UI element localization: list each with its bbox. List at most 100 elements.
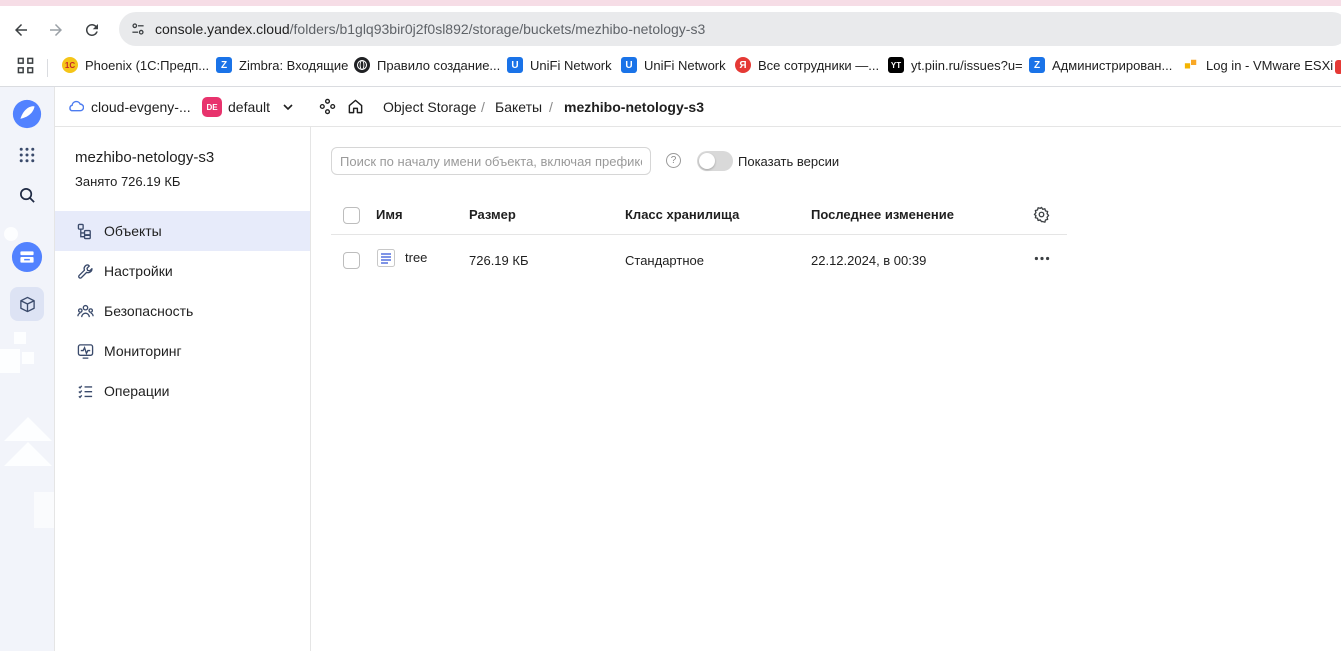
bookmark-label: Администрирован... <box>1052 57 1173 73</box>
column-header-storage-class[interactable]: Класс хранилища <box>625 207 739 222</box>
cloud-icon <box>67 99 85 118</box>
breadcrumb-service[interactable]: Object Storage <box>383 99 476 115</box>
more-actions-icon[interactable] <box>1031 252 1053 264</box>
table-header: Имя Размер Класс хранилища Последнее изм… <box>331 195 1067 235</box>
yandex-cloud-logo-icon[interactable] <box>10 97 44 131</box>
bookmark-label: Log in - VMware ESXi <box>1206 57 1334 73</box>
bookmark-overflow-icon[interactable] <box>1335 60 1341 74</box>
breadcrumb-current: mezhibo-netology-s3 <box>564 99 705 115</box>
object-size: 726.19 КБ <box>469 253 529 268</box>
bucket-name: mezhibo-netology-s3 <box>75 149 215 166</box>
bookmarks-bar: 1С Phoenix (1С:Предп... Z Zimbra: Входящ… <box>0 54 1341 80</box>
bookmark-label: UniFi Network <box>644 57 726 73</box>
object-search-input[interactable] <box>331 147 651 175</box>
decor-shape <box>34 492 54 528</box>
all-services-grid-icon[interactable] <box>10 138 44 172</box>
storage-service-icon[interactable] <box>10 240 44 274</box>
object-name-link[interactable]: tree <box>405 250 427 265</box>
reload-icon[interactable] <box>80 18 104 42</box>
help-icon[interactable]: ? <box>666 153 681 168</box>
zimbra-icon: Z <box>1029 57 1045 73</box>
unifi-icon: U <box>507 57 523 73</box>
column-header-modified[interactable]: Последнее изменение <box>811 207 954 222</box>
monitor-icon <box>76 342 94 360</box>
object-storage-cube-icon[interactable] <box>10 287 44 321</box>
vmware-icon <box>1183 57 1199 73</box>
decor-shape <box>0 349 20 373</box>
nav-item-settings[interactable]: Настройки <box>55 251 310 291</box>
global-nav-rail <box>0 87 55 651</box>
apps-grid-icon[interactable] <box>17 57 34 74</box>
objects-icon <box>76 222 94 240</box>
chevron-down-icon[interactable] <box>281 100 295 119</box>
column-header-name[interactable]: Имя <box>376 207 403 222</box>
nav-item-security[interactable]: Безопасность <box>55 291 310 331</box>
bookmark-youtrack[interactable]: YT yt.piin.ru/issues?u= <box>888 57 1023 73</box>
folder-badge: DE <box>202 97 222 117</box>
table-row[interactable]: tree 726.19 КБ Стандартное 22.12.2024, в… <box>331 236 1067 284</box>
bucket-side-panel: mezhibo-netology-s3 Занято 726.19 КБ Объ… <box>55 127 311 651</box>
home-icon[interactable] <box>347 98 364 120</box>
toggle-knob <box>699 153 715 169</box>
forward-arrow-icon[interactable] <box>44 18 68 42</box>
breadcrumb-separator: / <box>481 99 485 115</box>
youtrack-icon: YT <box>888 57 904 73</box>
breadcrumb-folder[interactable]: default <box>228 99 270 115</box>
row-checkbox[interactable] <box>343 252 360 269</box>
site-info-icon[interactable] <box>127 18 149 40</box>
address-bar[interactable]: console.yandex.cloud/folders/b1glq93bir0… <box>119 12 1341 46</box>
bookmark-label: Правило создание... <box>377 57 501 73</box>
bookmark-label: Все сотрудники —... <box>758 57 880 73</box>
browser-chrome: console.yandex.cloud/folders/b1glq93bir0… <box>0 6 1341 86</box>
bookmark-all-employees[interactable]: Я Все сотрудники —... <box>735 57 879 73</box>
1c-icon: 1С <box>62 57 78 73</box>
bookmarks-divider <box>47 59 48 77</box>
show-versions-label: Показать версии <box>738 154 840 169</box>
breadcrumb-cloud[interactable]: cloud-evgeny-... <box>91 99 191 115</box>
bookmark-label: Phoenix (1С:Предп... <box>85 57 210 73</box>
bookmark-zimbra[interactable]: Z Zimbra: Входящие <box>216 57 348 73</box>
bookmark-label: yt.piin.ru/issues?u= <box>911 57 1023 73</box>
nav-item-label: Мониторинг <box>104 343 182 359</box>
column-header-size[interactable]: Размер <box>469 207 516 222</box>
nav-item-label: Безопасность <box>104 303 194 319</box>
nav-item-objects[interactable]: Объекты <box>55 211 310 251</box>
nav-item-label: Настройки <box>104 263 173 279</box>
select-all-checkbox[interactable] <box>343 207 360 224</box>
decor-shape <box>22 352 34 364</box>
bookmark-rule[interactable]: Правило создание... <box>354 57 500 73</box>
bookmark-phoenix[interactable]: 1С Phoenix (1С:Предп... <box>62 57 209 73</box>
object-storage-class: Стандартное <box>625 253 704 268</box>
breadcrumb-buckets[interactable]: Бакеты <box>495 99 542 115</box>
url-text[interactable]: console.yandex.cloud/folders/b1glq93bir0… <box>155 21 705 37</box>
unifi-icon: U <box>621 57 637 73</box>
bookmark-label: Zimbra: Входящие <box>239 57 349 73</box>
nav-item-label: Объекты <box>104 223 162 239</box>
nav-item-monitoring[interactable]: Мониторинг <box>55 331 310 371</box>
search-icon[interactable] <box>10 178 44 212</box>
zimbra-icon: Z <box>216 57 232 73</box>
decor-shape <box>4 442 52 466</box>
bookmark-unifi-2[interactable]: U UniFi Network <box>621 57 726 73</box>
services-graph-icon[interactable] <box>319 98 336 120</box>
back-arrow-icon[interactable] <box>9 18 33 42</box>
yandex-icon: Я <box>735 57 751 73</box>
object-modified: 22.12.2024, в 00:39 <box>811 253 927 268</box>
show-versions-toggle[interactable] <box>697 151 733 171</box>
breadcrumb: cloud-evgeny-... DE default Object Stora… <box>55 87 1341 127</box>
decor-shape <box>14 332 26 344</box>
gear-icon[interactable] <box>1033 206 1051 224</box>
bookmark-admin[interactable]: Z Администрирован... <box>1029 57 1172 73</box>
file-icon <box>376 248 396 273</box>
bookmark-label: UniFi Network <box>530 57 612 73</box>
nav-item-label: Операции <box>104 383 170 399</box>
nav-item-operations[interactable]: Операции <box>55 371 310 411</box>
decor-shape <box>4 417 52 441</box>
bookmark-vmware[interactable]: Log in - VMware ESXi <box>1183 57 1333 73</box>
list-icon <box>76 382 94 400</box>
bookmark-unifi-1[interactable]: U UniFi Network <box>507 57 612 73</box>
users-icon <box>76 302 94 320</box>
wrench-icon <box>76 262 94 280</box>
bucket-used-size: Занято 726.19 КБ <box>75 174 181 189</box>
globe-icon <box>354 57 370 73</box>
